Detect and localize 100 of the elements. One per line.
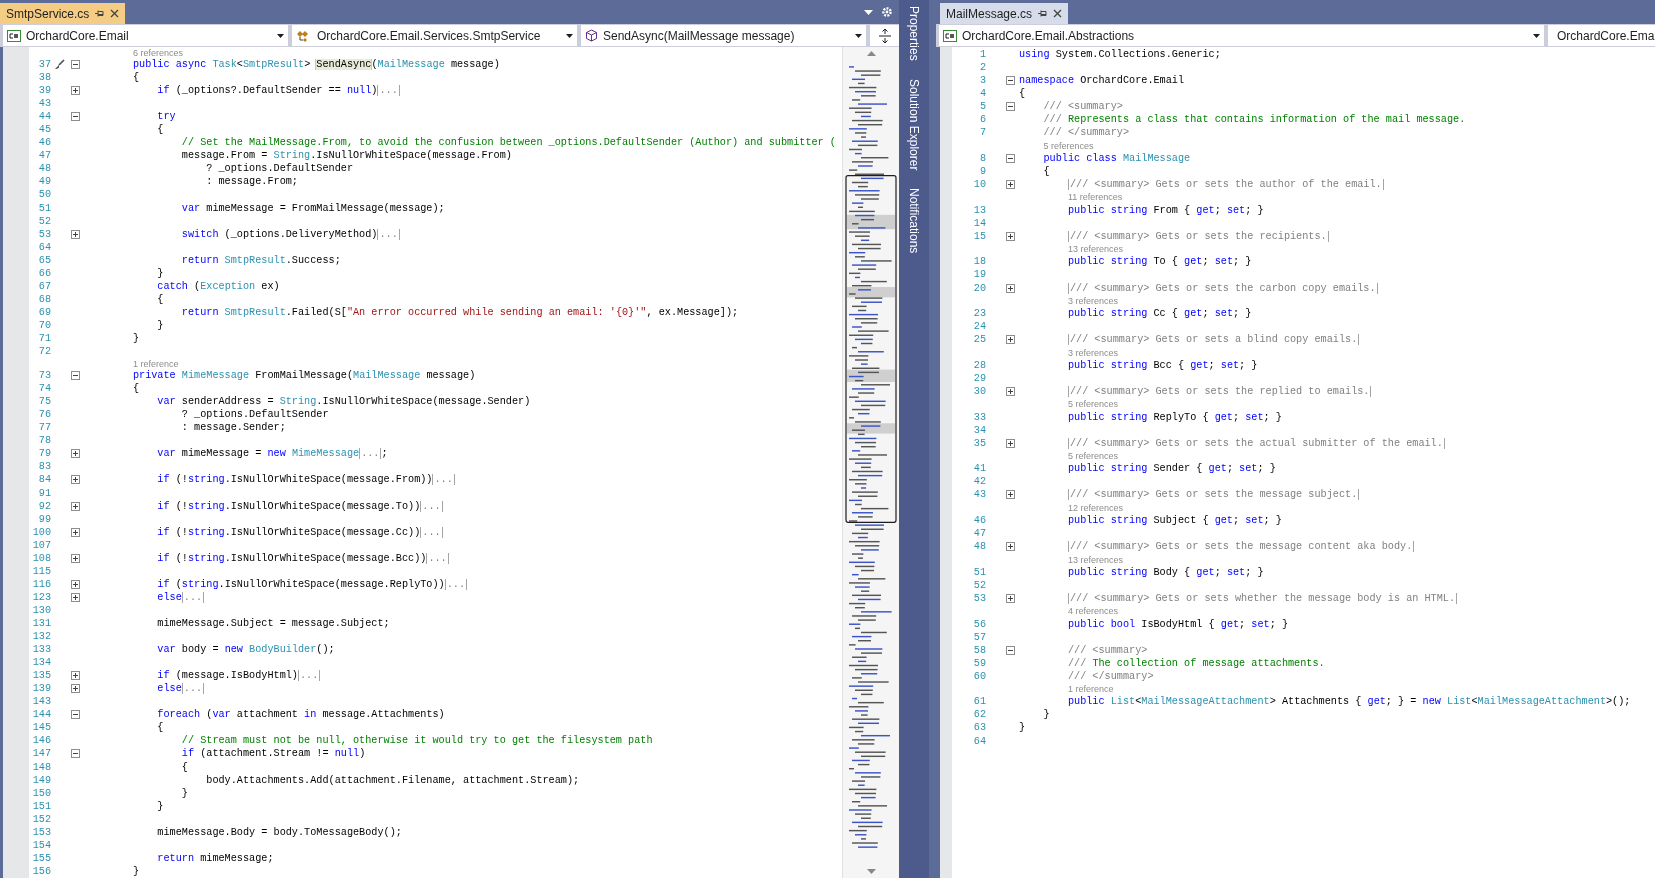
- reference-count[interactable]: 5 references: [1067, 399, 1118, 410]
- collapse-icon[interactable]: [1006, 153, 1015, 163]
- code-line: private MimeMessage FromMailMessage(MailMessage message): [132, 370, 476, 382]
- split-icon[interactable]: [878, 28, 891, 43]
- collapsed-comment: /// <summary> Gets or sets the actual submitter of the email.: [1067, 437, 1445, 449]
- reference-count[interactable]: 5 references: [1043, 140, 1094, 151]
- expand-icon[interactable]: [1006, 438, 1015, 448]
- line-number: 49: [37, 176, 51, 188]
- code-line: using System.Collections.Generic;: [1019, 49, 1221, 60]
- expand-icon[interactable]: [1006, 386, 1015, 396]
- expand-icon[interactable]: [71, 229, 80, 239]
- collapse-icon[interactable]: [71, 749, 80, 759]
- reference-count[interactable]: 3 references: [1067, 347, 1118, 358]
- expand-icon[interactable]: [1006, 593, 1015, 603]
- line-number: 29: [972, 372, 986, 384]
- code-line: }: [181, 787, 188, 799]
- scroll-up-icon[interactable]: [866, 51, 876, 56]
- reference-count[interactable]: 4 references: [1067, 606, 1118, 617]
- project-icon: [943, 29, 957, 42]
- line-number: 52: [37, 215, 51, 227]
- settings-icon[interactable]: [881, 6, 893, 18]
- line-number: 76: [37, 409, 51, 421]
- reference-count[interactable]: 5 references: [1067, 451, 1118, 462]
- expand-icon[interactable]: [71, 671, 80, 681]
- code-line: public string Sender { get; set; }: [1067, 463, 1276, 475]
- nav-dropdown[interactable]: OrchardCore.Email.Services.SmtpService: [292, 25, 577, 46]
- line-number: 72: [37, 346, 51, 358]
- code-line: }: [157, 267, 164, 279]
- expand-icon[interactable]: [71, 449, 80, 459]
- collapse-icon[interactable]: [71, 60, 80, 69]
- collapse-icon[interactable]: [71, 112, 80, 122]
- reference-count[interactable]: 3 references: [1067, 295, 1118, 306]
- line-number: 14: [972, 217, 986, 229]
- code-line: body.Attachments.Add(attachment.Filename, attachment.Stream);: [206, 774, 580, 786]
- expand-icon[interactable]: [71, 475, 80, 485]
- nav-dropdown[interactable]: OrchardCore.Email.Abstractions: [939, 25, 1544, 46]
- line-number: 146: [31, 735, 51, 747]
- nav-dropdown[interactable]: OrchardCore.Ema: [1548, 25, 1655, 46]
- code-line: /// The collection of message attachments.: [1067, 657, 1325, 669]
- reference-count[interactable]: 1 reference: [1067, 684, 1114, 695]
- expand-icon[interactable]: [71, 684, 80, 694]
- nav-dropdown[interactable]: SendAsync(MailMessage message): [581, 25, 866, 46]
- expand-icon[interactable]: [1006, 335, 1015, 345]
- pin-icon[interactable]: [95, 9, 105, 18]
- expand-icon[interactable]: [71, 592, 80, 602]
- reference-count[interactable]: 13 references: [1067, 244, 1123, 255]
- tool-window-tab[interactable]: Notifications: [903, 186, 925, 256]
- document-tab[interactable]: SmtpService.cs: [0, 3, 126, 24]
- line-number: 8: [978, 152, 986, 164]
- line-number: 100: [31, 526, 51, 538]
- close-button[interactable]: [110, 9, 120, 18]
- brush-icon[interactable]: [53, 59, 65, 70]
- scroll-down-icon[interactable]: [866, 869, 876, 874]
- line-number: 46: [972, 515, 986, 527]
- code-line: : message.From;: [206, 176, 298, 188]
- line-number: 135: [31, 670, 51, 682]
- collapse-icon[interactable]: [1006, 76, 1015, 86]
- expand-icon[interactable]: [71, 579, 80, 589]
- expand-icon[interactable]: [1006, 490, 1015, 500]
- reference-count[interactable]: 6 references: [132, 47, 183, 58]
- line-number: 42: [972, 476, 986, 488]
- reference-count[interactable]: 12 references: [1067, 502, 1123, 513]
- code-line: /// </summary>: [1067, 670, 1154, 682]
- line-number: 43: [37, 98, 51, 110]
- tool-window-tab[interactable]: Solution Explorer: [903, 76, 925, 173]
- expand-icon[interactable]: [71, 553, 80, 563]
- code-line: public string From { get; set; }: [1067, 204, 1264, 216]
- code-editor[interactable]: [3, 47, 899, 878]
- expand-icon[interactable]: [1006, 283, 1015, 293]
- reference-count[interactable]: 13 references: [1067, 554, 1123, 565]
- collapse-icon[interactable]: [71, 371, 80, 381]
- expand-icon[interactable]: [71, 501, 80, 511]
- pin-icon[interactable]: [1038, 9, 1048, 18]
- nav-dropdown[interactable]: OrchardCore.Email: [3, 25, 288, 46]
- collapse-icon[interactable]: [1006, 102, 1015, 112]
- code-line: {: [157, 293, 164, 305]
- line-number: 156: [31, 865, 51, 877]
- code-line: }: [1043, 709, 1050, 721]
- reference-count[interactable]: 1 reference: [132, 358, 179, 369]
- tool-window-tab[interactable]: Properties: [903, 4, 925, 63]
- close-button[interactable]: [1053, 9, 1063, 18]
- tab-list-icon[interactable]: [864, 9, 873, 15]
- code-line: /// </summary>: [1043, 127, 1130, 139]
- code-line: if (attachment.Stream != null): [181, 748, 366, 760]
- reference-count[interactable]: 11 references: [1067, 192, 1123, 203]
- line-number: 9: [978, 166, 986, 177]
- document-tab[interactable]: MailMessage.cs: [940, 3, 1069, 24]
- line-number: 52: [972, 579, 986, 591]
- code-line: /// <summary>: [1067, 644, 1148, 656]
- code-line: {: [132, 383, 140, 395]
- expand-icon[interactable]: [71, 86, 80, 96]
- collapse-icon[interactable]: [71, 710, 80, 720]
- code-line: else ...: [157, 591, 205, 603]
- expand-icon[interactable]: [1006, 542, 1015, 552]
- expand-icon[interactable]: [71, 527, 80, 537]
- collapse-icon[interactable]: [1006, 645, 1015, 655]
- expand-icon[interactable]: [1006, 231, 1015, 241]
- line-number: 143: [31, 696, 51, 708]
- expand-icon[interactable]: [1006, 180, 1015, 190]
- code-line: message.From = String.IsNullOrWhiteSpace(message.From): [181, 150, 512, 162]
